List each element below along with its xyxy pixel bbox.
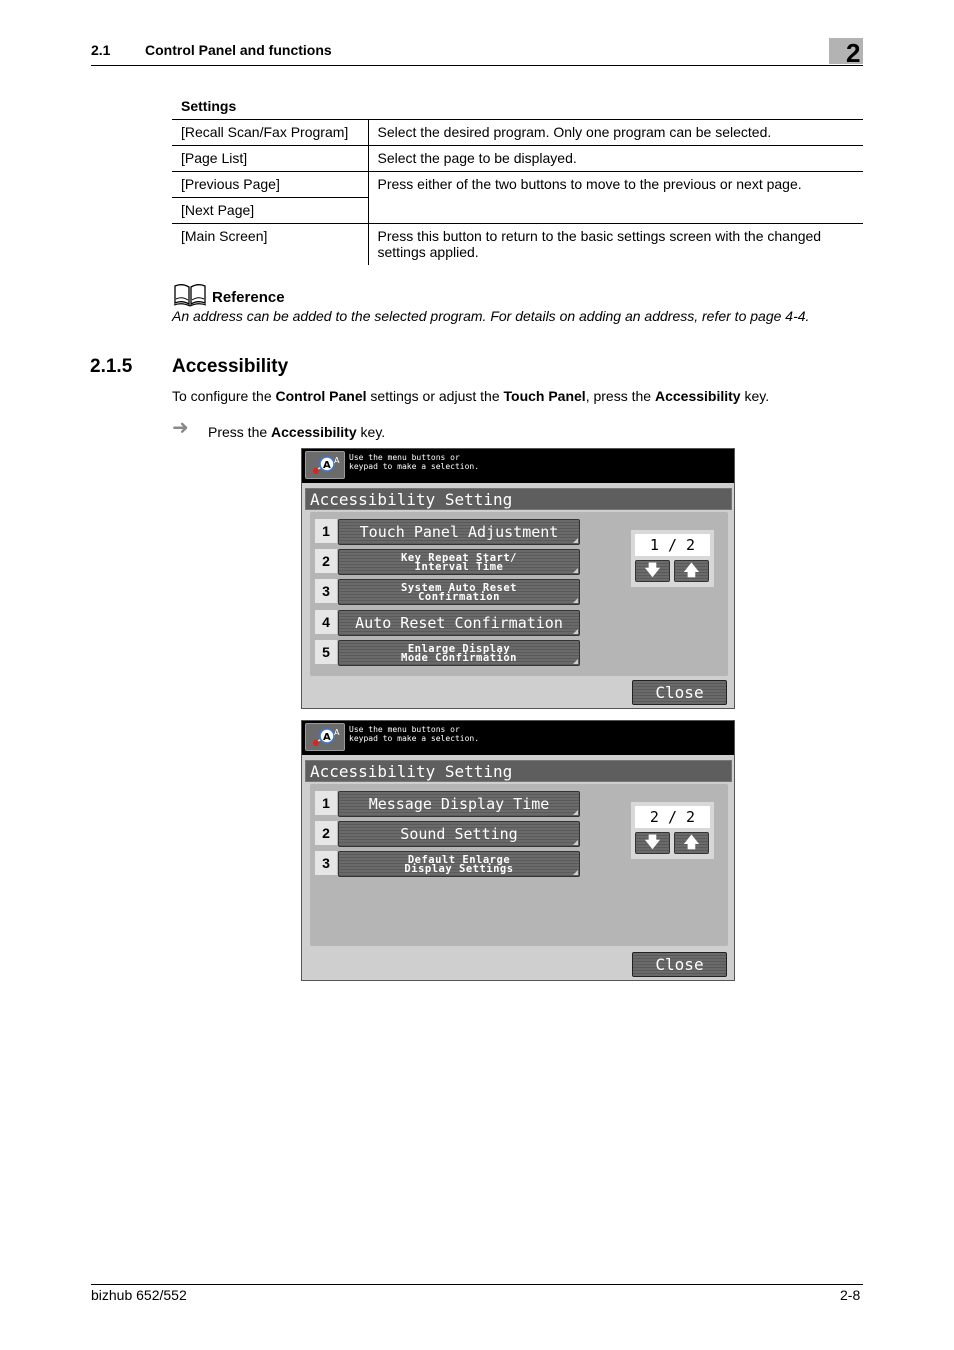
intro-bold-touch-panel: Touch Panel (503, 388, 586, 404)
menu-item-number: 1 (315, 791, 337, 815)
intro-text: key. (740, 388, 770, 404)
screen-title-bar: Accessibility Setting (305, 488, 732, 510)
screen-title: Accessibility Setting (310, 490, 513, 509)
close-button[interactable]: Close (632, 680, 727, 705)
setting-name: [Previous Page] (172, 171, 369, 198)
menu-item-number: 3 (315, 579, 337, 603)
settings-table: [Recall Scan/Fax Program] Select the des… (172, 119, 863, 265)
setting-name: [Recall Scan/Fax Program] (172, 119, 369, 146)
menu-item-number: 4 (315, 610, 337, 634)
button-line: Interval Time (414, 561, 504, 573)
setting-name: [Next Page] (172, 197, 369, 224)
header-section-title: Control Panel and functions (145, 42, 332, 58)
message-line: keypad to make a selection. (349, 734, 480, 743)
step-key: Accessibility (271, 424, 357, 440)
accessibility-screen-page-2: A A Use the menu buttons or keypad to ma… (301, 720, 735, 981)
arrow-up-icon: 🡅 (683, 562, 700, 579)
section-title: Accessibility (172, 356, 289, 377)
section-intro: To configure the Control Panel settings … (172, 388, 769, 404)
menu-item-number: 1 (315, 519, 337, 543)
intro-bold-control-panel: Control Panel (275, 388, 367, 404)
accessibility-key-button[interactable]: A A (305, 723, 345, 751)
sound-setting-button[interactable]: Sound Setting (338, 821, 580, 847)
chapter-number: 2 (846, 38, 861, 68)
header-divider (91, 65, 863, 66)
svg-text:A: A (334, 456, 340, 465)
arrow-right-icon: ➜ (172, 417, 189, 439)
setting-description: Press this button to return to the basic… (368, 223, 863, 265)
message-display-time-button[interactable]: Message Display Time (338, 791, 580, 817)
enlarge-display-mode-confirmation-button[interactable]: Enlarge Display Mode Confirmation (338, 640, 580, 666)
setting-description: Press either of the two buttons to move … (368, 171, 863, 224)
accessibility-key-button[interactable]: A A (305, 451, 345, 479)
message-bar: A A Use the menu buttons or keypad to ma… (302, 449, 734, 483)
message-line: Use the menu buttons or (349, 725, 460, 734)
arrow-down-icon: 🡇 (644, 562, 661, 579)
setting-name: [Page List] (172, 145, 369, 172)
page-up-button[interactable]: 🡅 (674, 832, 709, 854)
setting-name: [Main Screen] (172, 223, 369, 265)
menu-area: 1 Touch Panel Adjustment 2 Key Repeat St… (310, 512, 728, 676)
step-suffix: key. (356, 424, 386, 440)
touch-panel-adjustment-button[interactable]: Touch Panel Adjustment (338, 519, 580, 545)
menu-item-number: 2 (315, 549, 337, 573)
page-navigator: 2 / 2 🡇 🡅 (631, 802, 714, 859)
step-instruction: Press the Accessibility key. (208, 424, 385, 440)
accessibility-screen-page-1: A A Use the menu buttons or keypad to ma… (301, 448, 735, 709)
table-row: [Recall Scan/Fax Program] Select the des… (172, 119, 863, 146)
button-line: Confirmation (418, 591, 500, 603)
key-repeat-interval-button[interactable]: Key Repeat Start/Interval Time (338, 549, 580, 575)
message-line: keypad to make a selection. (349, 462, 480, 471)
accessibility-icon: A A (313, 728, 340, 746)
reference-text: An address can be added to the selected … (172, 308, 810, 324)
arrow-up-icon: 🡅 (683, 834, 700, 851)
button-line: Mode Confirmation (401, 652, 517, 664)
setting-description: Select the page to be displayed. (368, 145, 863, 172)
page-navigator: 1 / 2 🡇 🡅 (631, 530, 714, 587)
svg-text:A: A (323, 460, 331, 471)
intro-bold-accessibility: Accessibility (654, 388, 741, 404)
table-row: [Main Screen] Press this button to retur… (172, 223, 863, 265)
screen-title-bar: Accessibility Setting (305, 760, 732, 782)
setting-description: Select the desired program. Only one pro… (368, 119, 863, 146)
section-number: 2.1.5 (90, 356, 133, 377)
reference-title: Reference (212, 289, 285, 306)
svg-text:A: A (323, 732, 331, 743)
intro-text: , press the (585, 388, 655, 404)
header-section-number: 2.1 (91, 42, 111, 58)
page-up-button[interactable]: 🡅 (674, 560, 709, 582)
auto-reset-confirmation-button[interactable]: Auto Reset Confirmation (338, 610, 580, 636)
menu-item-number: 3 (315, 851, 337, 875)
system-auto-reset-confirmation-button[interactable]: System Auto Reset Confirmation (338, 579, 580, 605)
footer-divider (91, 1284, 863, 1285)
table-row: [Previous Page] Press either of the two … (172, 171, 863, 224)
default-enlarge-display-settings-button[interactable]: Default Enlarge Display Settings (338, 851, 580, 877)
instruction-message: Use the menu buttons or keypad to make a… (349, 725, 479, 743)
step-prefix: Press the (208, 424, 272, 440)
intro-text: settings or adjust the (366, 388, 504, 404)
accessibility-icon: A A (313, 456, 340, 474)
book-icon (173, 283, 207, 307)
close-button[interactable]: Close (632, 952, 727, 977)
page-down-button[interactable]: 🡇 (635, 560, 670, 582)
instruction-message: Use the menu buttons or keypad to make a… (349, 453, 479, 471)
page-down-button[interactable]: 🡇 (635, 832, 670, 854)
settings-heading: Settings (181, 98, 237, 114)
footer-model: bizhub 652/552 (91, 1287, 187, 1303)
footer-page-number: 2-8 (840, 1287, 861, 1303)
menu-area: 1 Message Display Time 2 Sound Setting 3… (310, 784, 728, 946)
page-indicator: 2 / 2 (635, 806, 710, 828)
button-line: Display Settings (404, 863, 514, 875)
menu-item-number: 5 (315, 640, 337, 664)
table-row: [Page List] Select the page to be displa… (172, 145, 863, 172)
page-indicator: 1 / 2 (635, 534, 710, 556)
menu-item-number: 2 (315, 821, 337, 845)
svg-text:A: A (334, 728, 340, 737)
message-bar: A A Use the menu buttons or keypad to ma… (302, 721, 734, 755)
screen-title: Accessibility Setting (310, 762, 513, 781)
message-line: Use the menu buttons or (349, 453, 460, 462)
arrow-down-icon: 🡇 (644, 834, 661, 851)
intro-text: To configure the (172, 388, 276, 404)
